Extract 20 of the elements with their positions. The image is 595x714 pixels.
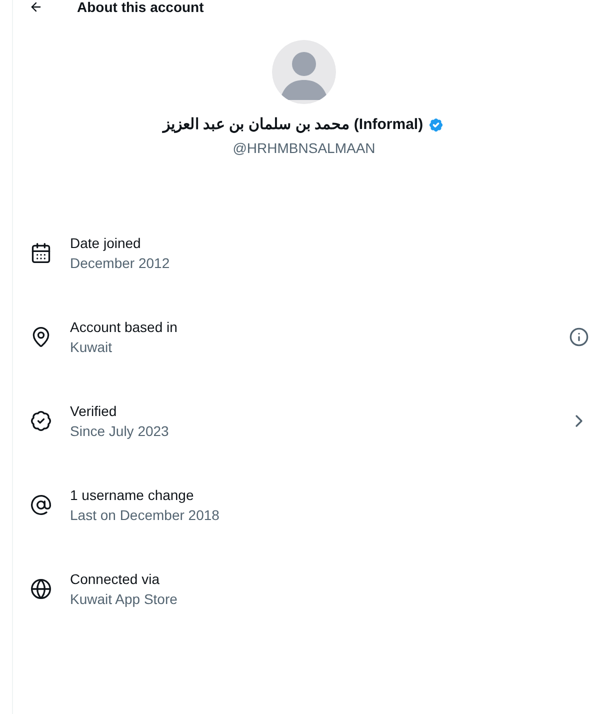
avatar (272, 40, 336, 104)
page-title: About this account (77, 0, 204, 14)
check-badge-icon (30, 410, 52, 432)
row-value: Since July 2023 (70, 422, 170, 440)
globe-icon (30, 578, 52, 600)
row-label: 1 username change (70, 486, 195, 504)
info-button[interactable] (569, 326, 589, 346)
row-label: Connected via (70, 570, 161, 588)
row-value: Last on December 2018 (70, 506, 220, 524)
row-value: December 2012 (70, 254, 171, 272)
row-value: Kuwait (70, 338, 114, 356)
row-value: Kuwait App Store (70, 590, 178, 608)
calendar-icon (30, 242, 52, 264)
map-pin-icon (30, 326, 52, 348)
profile-name: محمد بن سلمان بن عبد العزيز (Informal) (162, 115, 424, 135)
row-label: Date joined (70, 234, 142, 252)
at-sign-icon (30, 494, 52, 516)
row-label: Verified (70, 402, 118, 420)
profile-handle: @HRHMBNSALMAAN (232, 138, 376, 158)
row-label: Account based in (70, 318, 178, 336)
